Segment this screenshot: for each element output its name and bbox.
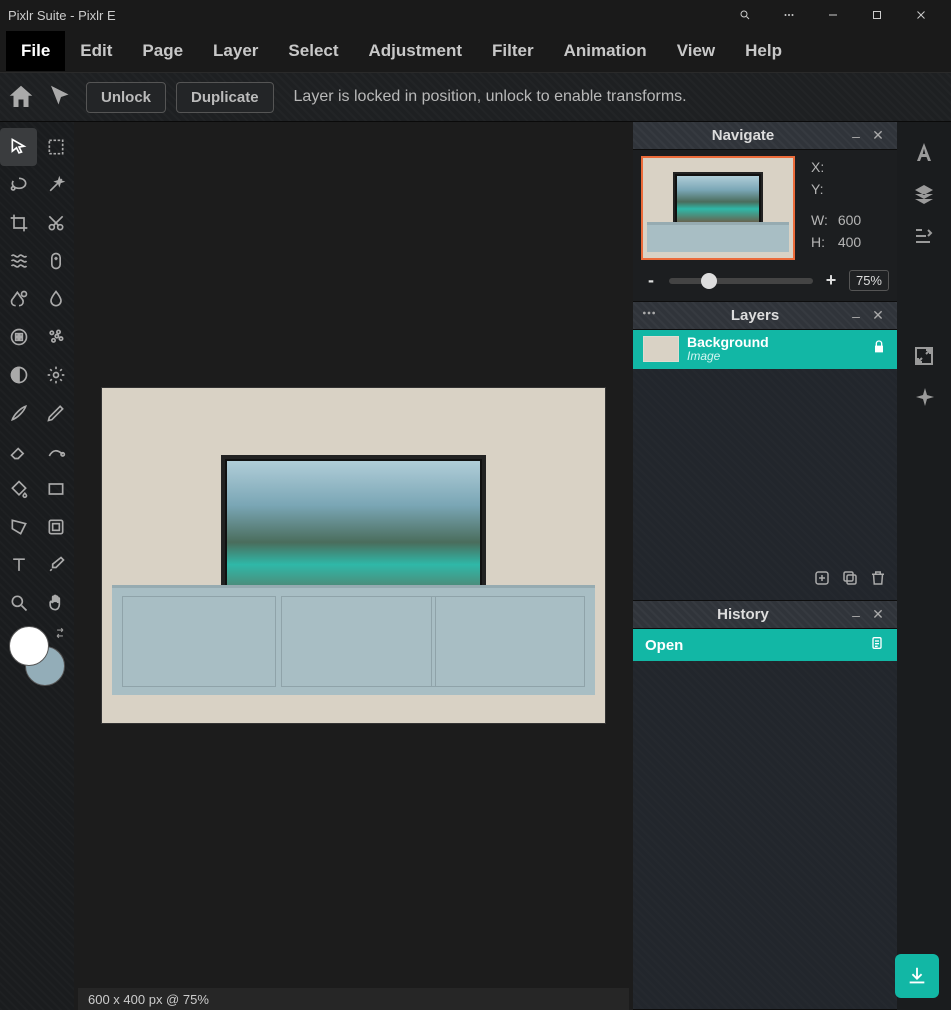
- swap-colors-icon[interactable]: [53, 626, 67, 645]
- menu-layer[interactable]: Layer: [198, 31, 273, 71]
- title-bar: Pixlr Suite - Pixlr E: [0, 0, 951, 30]
- layer-row[interactable]: Background Image: [633, 330, 897, 369]
- tool-pen[interactable]: [37, 394, 74, 432]
- tool-hand[interactable]: [37, 584, 74, 622]
- foreground-color-swatch[interactable]: [9, 626, 49, 666]
- zoom-out-button[interactable]: -: [641, 271, 661, 291]
- lock-icon[interactable]: [871, 339, 887, 360]
- tool-fill[interactable]: [0, 470, 37, 508]
- menu-adjustment[interactable]: Adjustment: [354, 31, 478, 71]
- layers-icon[interactable]: [912, 182, 936, 206]
- tool-gradient-mask[interactable]: [0, 356, 37, 394]
- tool-shape-poly[interactable]: [0, 508, 37, 546]
- ai-icon[interactable]: [912, 386, 936, 410]
- minimize-icon[interactable]: [811, 0, 855, 30]
- layers-title: Layers: [665, 307, 845, 324]
- menu-page[interactable]: Page: [127, 31, 198, 71]
- panel-close-icon[interactable]: ✕: [867, 606, 889, 623]
- panel-minimize-icon[interactable]: –: [845, 308, 867, 324]
- panel-minimize-icon[interactable]: –: [845, 128, 867, 144]
- steps-icon[interactable]: [912, 224, 936, 248]
- resize-icon[interactable]: [912, 344, 936, 368]
- layer-name: Background: [687, 335, 863, 350]
- navigate-info: X: Y: W:600 H:400: [805, 156, 867, 260]
- tool-liquify[interactable]: [0, 242, 37, 280]
- home-icon[interactable]: [6, 82, 36, 112]
- menu-animation[interactable]: Animation: [549, 31, 662, 71]
- tool-arrow[interactable]: [0, 128, 37, 166]
- text-style-icon[interactable]: [912, 140, 936, 164]
- right-panels: Navigate – ✕ X: Y: W:600 H:400: [633, 122, 897, 1010]
- tool-eraser-curve[interactable]: [37, 432, 74, 470]
- layer-type: Image: [687, 350, 863, 363]
- tool-eraser[interactable]: [0, 432, 37, 470]
- tool-crop[interactable]: [0, 204, 37, 242]
- tool-marquee[interactable]: [37, 128, 74, 166]
- zoom-in-button[interactable]: +: [821, 271, 841, 291]
- tool-blur[interactable]: [37, 280, 74, 318]
- add-layer-icon[interactable]: [813, 569, 831, 592]
- tool-shape-rect[interactable]: [37, 470, 74, 508]
- menu-edit[interactable]: Edit: [65, 31, 127, 71]
- more-icon[interactable]: [767, 0, 811, 30]
- tool-frame[interactable]: [37, 508, 74, 546]
- navigate-title: Navigate: [641, 127, 845, 144]
- history-panel: History – ✕ Open: [633, 601, 897, 1010]
- duplicate-layer-icon[interactable]: [841, 569, 859, 592]
- tool-scatter[interactable]: [37, 318, 74, 356]
- canvas-status: 600 x 400 px @ 75%: [78, 988, 629, 1010]
- history-title: History: [641, 606, 845, 623]
- menu-help[interactable]: Help: [730, 31, 797, 71]
- tool-zoom[interactable]: [0, 584, 37, 622]
- panel-close-icon[interactable]: ✕: [867, 307, 889, 324]
- unlock-button[interactable]: Unlock: [86, 82, 166, 113]
- layer-thumbnail: [643, 336, 679, 362]
- canvas-viewport[interactable]: [74, 122, 633, 988]
- zoom-slider[interactable]: [669, 278, 813, 284]
- clipboard-icon: [869, 635, 885, 655]
- tool-wand[interactable]: [37, 166, 74, 204]
- menu-bar: FileEditPageLayerSelectAdjustmentFilterA…: [0, 30, 951, 72]
- layers-menu-icon[interactable]: [641, 305, 665, 326]
- tool-gear[interactable]: [37, 356, 74, 394]
- layers-panel: Layers – ✕ Background Image: [633, 302, 897, 601]
- duplicate-button[interactable]: Duplicate: [176, 82, 274, 113]
- tool-clone[interactable]: [0, 280, 37, 318]
- color-swatches[interactable]: [7, 626, 67, 686]
- canvas-image[interactable]: [102, 388, 605, 723]
- toolbox: [0, 122, 74, 1010]
- panel-minimize-icon[interactable]: –: [845, 607, 867, 623]
- zoom-value: 75%: [849, 270, 889, 291]
- tool-brush[interactable]: [0, 394, 37, 432]
- option-bar: Unlock Duplicate Layer is locked in posi…: [0, 72, 951, 122]
- right-icon-strip: [897, 122, 951, 1010]
- history-item[interactable]: Open: [633, 629, 897, 661]
- option-status: Layer is locked in position, unlock to e…: [294, 88, 687, 106]
- navigate-thumbnail[interactable]: [641, 156, 795, 260]
- panel-close-icon[interactable]: ✕: [867, 127, 889, 144]
- tool-cut[interactable]: [37, 204, 74, 242]
- tool-heal[interactable]: [37, 242, 74, 280]
- tool-lasso[interactable]: [0, 166, 37, 204]
- menu-view[interactable]: View: [662, 31, 730, 71]
- download-button[interactable]: [895, 954, 939, 998]
- navigate-panel: Navigate – ✕ X: Y: W:600 H:400: [633, 122, 897, 302]
- delete-layer-icon[interactable]: [869, 569, 887, 592]
- canvas-area: 600 x 400 px @ 75%: [74, 122, 633, 1010]
- menu-file[interactable]: File: [6, 31, 65, 71]
- tool-pixelate[interactable]: [0, 318, 37, 356]
- close-icon[interactable]: [899, 0, 943, 30]
- menu-select[interactable]: Select: [273, 31, 353, 71]
- app-title: Pixlr Suite - Pixlr E: [8, 8, 116, 23]
- pointer-icon[interactable]: [46, 82, 76, 112]
- history-label: Open: [645, 637, 683, 654]
- search-icon[interactable]: [723, 0, 767, 30]
- tool-eyedropper[interactable]: [37, 546, 74, 584]
- tool-text[interactable]: [0, 546, 37, 584]
- menu-filter[interactable]: Filter: [477, 31, 549, 71]
- maximize-icon[interactable]: [855, 0, 899, 30]
